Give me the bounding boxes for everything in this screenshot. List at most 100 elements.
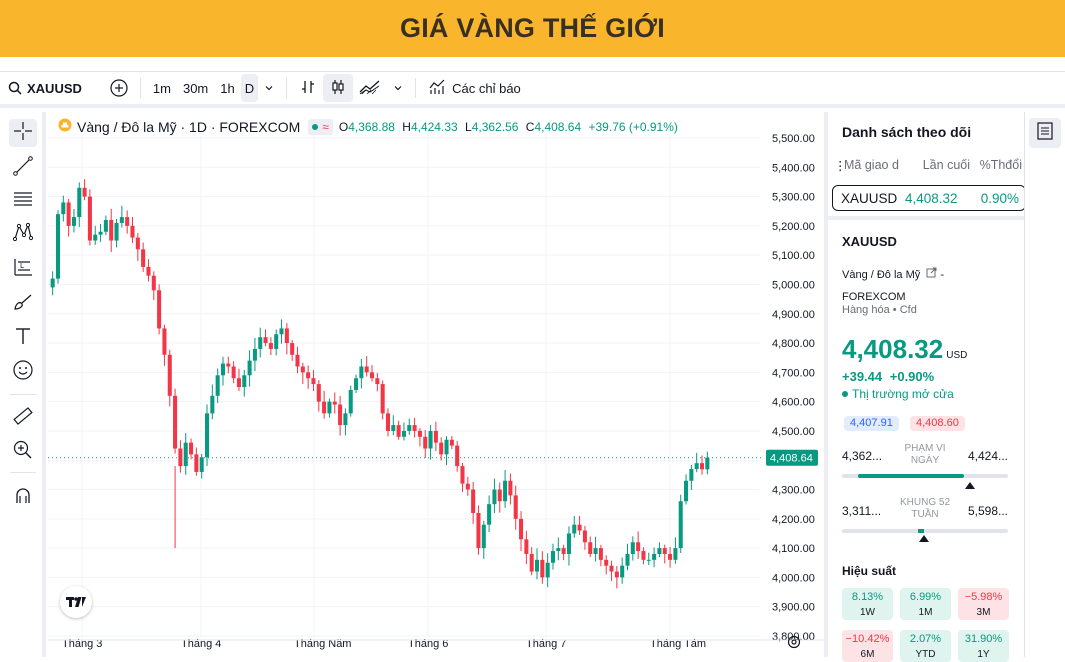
text-tool[interactable] bbox=[9, 324, 37, 352]
y-tick-label: 4,100.00 bbox=[772, 543, 815, 555]
candle-body bbox=[348, 389, 353, 414]
indicators-label: Các chỉ báo bbox=[452, 80, 521, 96]
toolbar-separator bbox=[139, 78, 141, 98]
candle-body bbox=[119, 217, 124, 223]
crosshair-tool[interactable] bbox=[9, 119, 37, 147]
candle-body bbox=[82, 187, 87, 197]
day-range-label-1: PHẠM VI bbox=[904, 443, 946, 454]
chevron-down-icon bbox=[264, 81, 274, 96]
y-tick-label: 4,500.00 bbox=[772, 426, 815, 438]
candle-body bbox=[582, 530, 587, 543]
candle-body bbox=[93, 234, 98, 241]
fib-tool[interactable] bbox=[9, 187, 37, 215]
ruler-icon bbox=[12, 405, 34, 432]
chart-canvas[interactable]: 5,500.00 5,400.00 5,300.00 5,200.00 5,100.00… bbox=[48, 112, 824, 657]
candle-body bbox=[652, 553, 657, 560]
column-symbol[interactable]: Mã giao d bbox=[844, 158, 908, 173]
column-last[interactable]: Lần cuối bbox=[908, 158, 970, 173]
symbol-search[interactable]: XAUUSD bbox=[0, 74, 88, 102]
interval-1h[interactable]: 1h bbox=[214, 74, 240, 102]
candle-body bbox=[354, 378, 359, 390]
emoji-tool[interactable] bbox=[9, 358, 37, 386]
candle-body bbox=[465, 483, 470, 490]
market-status-badge: ≈ bbox=[308, 118, 333, 135]
candle-body bbox=[417, 430, 422, 437]
market-open-dot bbox=[842, 391, 848, 397]
candle-body bbox=[519, 518, 524, 540]
perf-1m: 6.99% 1M bbox=[900, 588, 951, 620]
candle-body bbox=[508, 480, 513, 496]
candle-body bbox=[306, 372, 311, 379]
week52-fill bbox=[918, 529, 924, 533]
perf-1y: 31.90% 1Y bbox=[958, 630, 1009, 662]
y-tick-label: 3,900.00 bbox=[772, 602, 815, 614]
candle-body bbox=[295, 354, 300, 367]
column-change[interactable]: %Thđổi bbox=[970, 158, 1022, 173]
candle-body bbox=[598, 548, 603, 560]
candle-body bbox=[199, 457, 204, 472]
watchlist-toggle-button[interactable] bbox=[1029, 118, 1061, 148]
compare-button[interactable] bbox=[104, 74, 134, 102]
last-price-label: 4,408.64 bbox=[770, 453, 813, 465]
indicators-icon bbox=[428, 78, 446, 99]
candle-body bbox=[55, 214, 61, 279]
watchlist-row[interactable]: XAUUSD 4,408.32 0.90% bbox=[832, 185, 1026, 211]
candle-body bbox=[162, 328, 167, 355]
brush-tool[interactable] bbox=[9, 290, 37, 318]
candle-body bbox=[338, 404, 343, 426]
close-value: 4,408.64 bbox=[534, 119, 582, 134]
zoom-tool[interactable] bbox=[9, 438, 37, 466]
indicators-button[interactable]: Các chỉ báo bbox=[422, 74, 527, 102]
candle-body bbox=[614, 571, 619, 578]
perf-value: −5.98% bbox=[964, 591, 1003, 603]
area-chart-icon bbox=[359, 79, 381, 98]
candle-body bbox=[391, 425, 396, 431]
candle-body bbox=[524, 539, 529, 554]
candle-body bbox=[183, 442, 188, 467]
bars-icon bbox=[299, 78, 317, 99]
candle-body bbox=[689, 469, 694, 481]
pattern-tool[interactable] bbox=[9, 220, 37, 248]
perf-1w: 8.13% 1W bbox=[842, 588, 893, 620]
type-text: Cfd bbox=[899, 304, 917, 316]
candle-body bbox=[311, 378, 316, 385]
candle-body bbox=[476, 512, 481, 549]
chart-settings-button[interactable] bbox=[786, 634, 802, 655]
candle-body bbox=[220, 363, 226, 376]
watchlist-header: ⋮ Mã giao d Lần cuối %Thđổi bbox=[834, 158, 1024, 173]
magnet-tool[interactable] bbox=[9, 484, 37, 512]
ruler-tool[interactable] bbox=[9, 404, 37, 432]
interval-1m[interactable]: 1m bbox=[147, 74, 177, 102]
text-icon bbox=[13, 326, 33, 351]
candle-body bbox=[204, 413, 210, 458]
tradingview-logo[interactable] bbox=[60, 586, 92, 618]
chart-type-button[interactable] bbox=[353, 74, 387, 102]
drag-handle-icon[interactable]: ⋮ bbox=[834, 158, 847, 173]
interval-dropdown[interactable] bbox=[258, 74, 280, 102]
bars-chart-button[interactable] bbox=[293, 74, 323, 102]
interval-30m[interactable]: 30m bbox=[177, 74, 214, 102]
perf-3m: −5.98% 3M bbox=[958, 588, 1009, 620]
candle-body bbox=[487, 504, 492, 525]
magnet-icon bbox=[12, 485, 34, 512]
bullet-separator: • bbox=[892, 304, 900, 316]
candle-body bbox=[274, 334, 279, 349]
candle-body bbox=[684, 480, 689, 502]
candle-body bbox=[114, 222, 119, 241]
candle-body bbox=[125, 217, 130, 226]
day-range-marker bbox=[965, 482, 975, 489]
chart-type-dropdown[interactable] bbox=[387, 74, 409, 102]
candles-chart-button[interactable] bbox=[323, 74, 354, 102]
candle-body bbox=[252, 348, 257, 361]
forecast-tool[interactable]: L bbox=[9, 255, 37, 283]
trend-line-tool[interactable] bbox=[9, 154, 37, 182]
external-link-icon[interactable] bbox=[926, 264, 937, 286]
page-title: GIÁ VÀNG THẾ GIỚI bbox=[400, 13, 665, 43]
interval-1d[interactable]: D bbox=[240, 74, 259, 102]
week52-marker bbox=[919, 535, 929, 542]
market-status-text: Thị trường mở cửa bbox=[852, 387, 954, 401]
candle-body bbox=[300, 366, 305, 373]
perf-label: YTD bbox=[915, 649, 936, 660]
price-chart[interactable]: 5,500.00 5,400.00 5,300.00 5,200.00 5,100.00… bbox=[48, 112, 824, 657]
pattern-icon bbox=[12, 221, 34, 248]
